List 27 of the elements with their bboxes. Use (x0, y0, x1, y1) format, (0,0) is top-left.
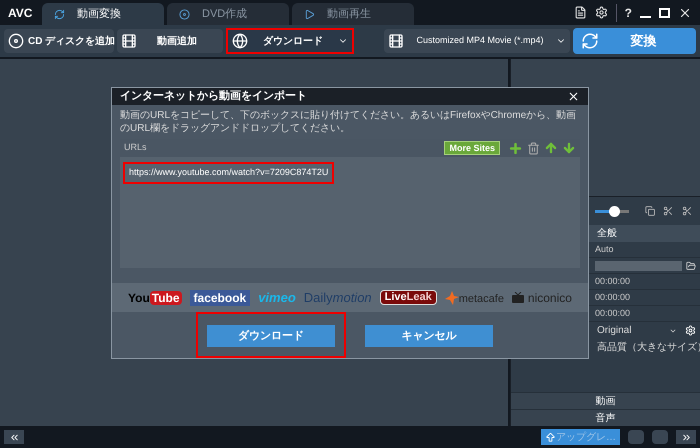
urls-header: URLs (124, 141, 148, 154)
youtube-logo: You Tube (128, 290, 182, 305)
property-value: 00:00:00 (595, 290, 630, 304)
section-header[interactable]: 動画 (511, 392, 700, 409)
add-video-button[interactable]: 動画追加 (117, 29, 223, 53)
app-logo: AVC (7, 4, 34, 22)
property-select[interactable]: Original (597, 323, 681, 338)
liveleak-logo: LiveLeak (380, 290, 437, 306)
help-button[interactable]: ? (616, 4, 632, 22)
dailymotion-logo: Dailymotion (304, 291, 372, 304)
instructions-text: 動画のURLをコピーして、下のボックスに貼り付けてください。あるいはFirefoxやChromeから、動画のURL欄をドラッグアンドドロップしてください。 (119, 108, 578, 136)
tab[interactable]: 動画再生 (292, 3, 414, 25)
vimeo-logo: vimeo (258, 291, 296, 304)
download-button[interactable]: ダウンロード (226, 28, 354, 54)
dialog-title: インターネットから動画をインポート (120, 89, 307, 104)
facebook-logo: facebook (190, 290, 250, 306)
section-header[interactable]: 音声 (511, 409, 700, 426)
property-value: Auto (595, 242, 614, 256)
add-cd-button[interactable]: CD ディスクを追加 (4, 29, 114, 53)
property-value: 00:00:00 (595, 306, 630, 320)
niconico-logo: niconico (512, 292, 572, 304)
tab[interactable]: 動画変換 (42, 3, 164, 25)
property-value: 00:00:00 (595, 274, 630, 288)
tab[interactable]: DVD作成 (167, 3, 289, 25)
url-entry[interactable]: https://www.youtube.com/watch?v=7209C874T2U (123, 162, 334, 184)
profile-select[interactable]: Customized MP4 Movie (*.mp4) (384, 29, 570, 53)
metacafe-logo: metacafe (444, 290, 504, 305)
